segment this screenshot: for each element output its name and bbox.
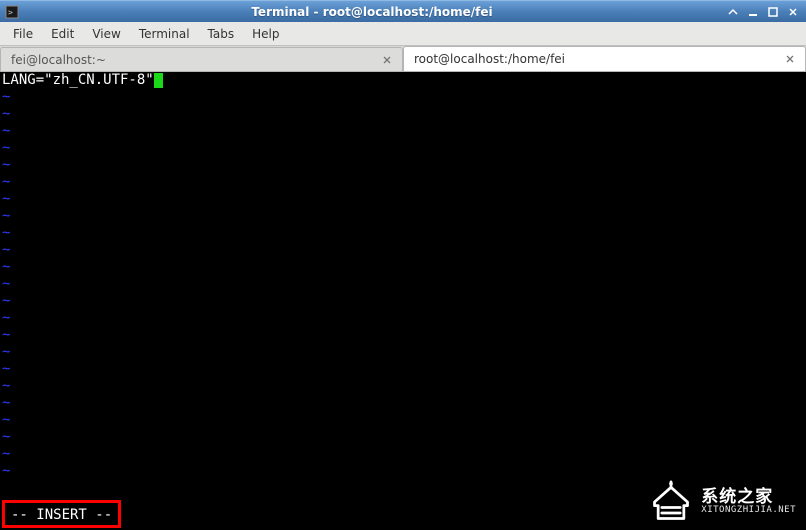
- window-titlebar: > Terminal - root@localhost:/home/fei: [0, 0, 806, 22]
- editor-empty-line: ~: [2, 140, 804, 157]
- terminal-tab-2[interactable]: root@localhost:/home/fei: [403, 46, 806, 71]
- editor-empty-line: ~: [2, 89, 804, 106]
- text-cursor: [154, 73, 163, 88]
- menu-tabs[interactable]: Tabs: [199, 24, 244, 44]
- editor-empty-line: ~: [2, 378, 804, 395]
- close-icon[interactable]: [380, 53, 394, 67]
- editor-empty-line: ~: [2, 395, 804, 412]
- editor-empty-line: ~: [2, 191, 804, 208]
- tab-bar: fei@localhost:~ root@localhost:/home/fei: [0, 46, 806, 72]
- editor-empty-line: ~: [2, 106, 804, 123]
- editor-empty-line: ~: [2, 225, 804, 242]
- editor-line-1: LANG="zh_CN.UTF-8": [2, 72, 804, 89]
- editor-empty-line: ~: [2, 293, 804, 310]
- editor-empty-line: ~: [2, 123, 804, 140]
- watermark-text: 系统之家 XITONGZHIJIA.NET: [701, 488, 796, 517]
- minimize-button[interactable]: [744, 4, 762, 20]
- menu-help[interactable]: Help: [243, 24, 288, 44]
- app-icon: >: [4, 4, 20, 20]
- file-content: LANG="zh_CN.UTF-8": [2, 72, 154, 88]
- tab-label: fei@localhost:~: [11, 53, 374, 67]
- editor-mode-status: -- INSERT --: [11, 507, 112, 524]
- svg-text:>: >: [8, 8, 13, 17]
- menu-terminal[interactable]: Terminal: [130, 24, 199, 44]
- editor-empty-line: ~: [2, 174, 804, 191]
- terminal-tab-1[interactable]: fei@localhost:~: [0, 47, 403, 71]
- terminal-viewport[interactable]: LANG="zh_CN.UTF-8" ~ ~ ~ ~ ~ ~ ~ ~ ~ ~ ~…: [0, 72, 806, 530]
- window-title: Terminal - root@localhost:/home/fei: [20, 5, 724, 19]
- editor-empty-line: ~: [2, 429, 804, 446]
- watermark-sub: XITONGZHIJIA.NET: [701, 506, 796, 516]
- watermark-main: 系统之家: [701, 488, 796, 507]
- watermark: 系统之家 XITONGZHIJIA.NET: [649, 480, 796, 524]
- house-icon: [649, 480, 693, 524]
- menu-edit[interactable]: Edit: [42, 24, 83, 44]
- editor-empty-line: ~: [2, 157, 804, 174]
- editor-empty-line: ~: [2, 446, 804, 463]
- menubar: File Edit View Terminal Tabs Help: [0, 22, 806, 46]
- window-controls: [724, 4, 802, 20]
- status-highlight-box: -- INSERT --: [2, 500, 121, 528]
- editor-empty-line: ~: [2, 412, 804, 429]
- close-icon[interactable]: [783, 52, 797, 66]
- editor-empty-line: ~: [2, 259, 804, 276]
- editor-empty-line: ~: [2, 242, 804, 259]
- menu-file[interactable]: File: [4, 24, 42, 44]
- editor-empty-line: ~: [2, 276, 804, 293]
- editor-empty-line: ~: [2, 344, 804, 361]
- editor-empty-line: ~: [2, 463, 804, 480]
- editor-empty-line: ~: [2, 327, 804, 344]
- editor-empty-line: ~: [2, 310, 804, 327]
- maximize-button[interactable]: [764, 4, 782, 20]
- close-button[interactable]: [784, 4, 802, 20]
- editor-empty-line: ~: [2, 208, 804, 225]
- tab-label: root@localhost:/home/fei: [414, 52, 777, 66]
- menu-view[interactable]: View: [83, 24, 129, 44]
- editor-empty-line: ~: [2, 361, 804, 378]
- rollup-button[interactable]: [724, 4, 742, 20]
